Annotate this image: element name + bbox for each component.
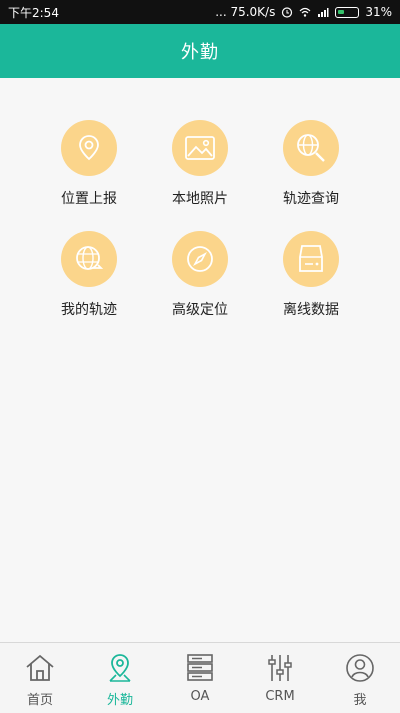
globe-search-icon <box>283 120 339 176</box>
nav-label: CRM <box>265 689 295 704</box>
server-icon <box>183 651 217 685</box>
image-icon <box>172 120 228 176</box>
grid-item-offline-data[interactable]: 离线数据 <box>256 231 366 331</box>
page-title: 外勤 <box>181 42 219 63</box>
grid-item-my-track[interactable]: 我的轨迹 <box>34 231 144 331</box>
nav-label: OA <box>190 689 210 704</box>
grid-item-track-query[interactable]: 轨迹查询 <box>256 120 366 220</box>
nav-item-oa[interactable]: OA <box>160 643 240 713</box>
home-icon <box>23 651 57 685</box>
main-content: 位置上报 本地照片 轨迹查询 我的轨迹 高级定位 离线数据 <box>0 78 400 642</box>
bottom-nav: 首页 外勤 OA CRM 我 <box>0 642 400 713</box>
grid-item-location-report[interactable]: 位置上报 <box>34 120 144 220</box>
map-pin-icon <box>103 651 137 685</box>
status-time: 下午2:54 <box>8 5 59 20</box>
battery-percent: 31% <box>365 5 392 19</box>
grid-item-local-photos[interactable]: 本地照片 <box>145 120 255 220</box>
location-pin-icon <box>61 120 117 176</box>
compass-icon <box>172 231 228 287</box>
user-icon <box>343 651 377 685</box>
wifi-icon <box>299 6 311 18</box>
nav-item-field[interactable]: 外勤 <box>80 643 160 713</box>
grid-label: 高级定位 <box>172 302 228 318</box>
battery-icon <box>335 6 360 18</box>
grid-label: 本地照片 <box>172 191 228 207</box>
sliders-icon <box>263 651 297 685</box>
grid-label: 离线数据 <box>283 302 339 318</box>
status-indicators: ... 75.0K/s 31% <box>215 5 392 19</box>
nav-item-crm[interactable]: CRM <box>240 643 320 713</box>
grid-item-advanced-location[interactable]: 高级定位 <box>145 231 255 331</box>
network-speed: ... 75.0K/s <box>215 5 276 19</box>
grid-label: 轨迹查询 <box>283 191 339 207</box>
nav-label: 外勤 <box>106 693 133 708</box>
storage-icon <box>283 231 339 287</box>
nav-label: 我 <box>353 693 367 708</box>
nav-label: 首页 <box>26 693 53 708</box>
alarm-icon <box>281 6 293 18</box>
status-bar: 下午2:54 ... 75.0K/s 31% <box>0 0 400 24</box>
signal-icon <box>317 6 329 18</box>
grid-label: 我的轨迹 <box>61 302 117 318</box>
grid-label: 位置上报 <box>61 191 117 207</box>
app-header: 外勤 <box>0 24 400 78</box>
globe-track-icon <box>61 231 117 287</box>
nav-item-me[interactable]: 我 <box>320 643 400 713</box>
nav-item-home[interactable]: 首页 <box>0 643 80 713</box>
